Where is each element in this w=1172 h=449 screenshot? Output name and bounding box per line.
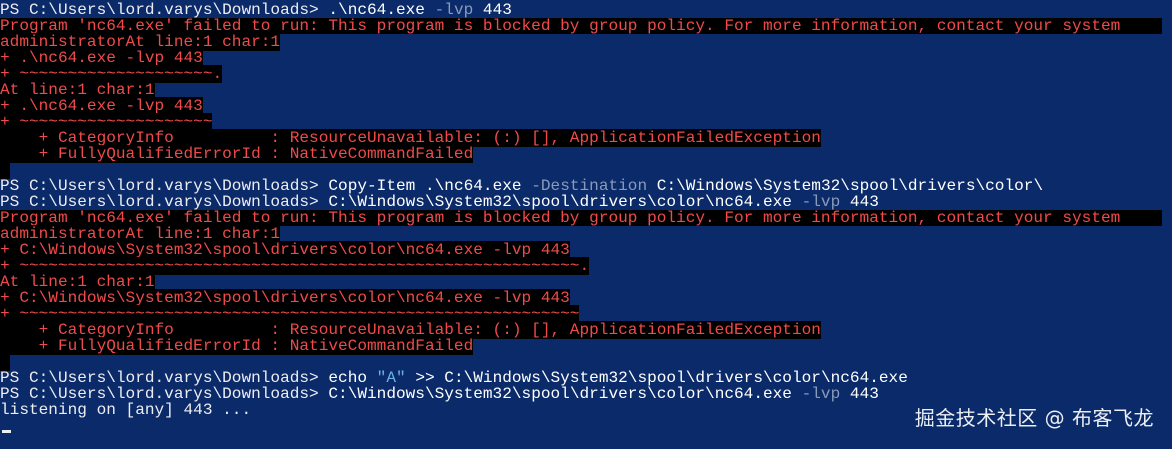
command-line: PS C:\Users\lord.varys\Downloads> Copy-I… — [0, 178, 1172, 194]
error-line: administratorAt line:1 char:1 — [0, 225, 1172, 243]
error-line: At line:1 char:1 — [0, 81, 1172, 99]
powershell-terminal[interactable]: PS C:\Users\lord.varys\Downloads> .\nc64… — [0, 0, 1172, 449]
text-cursor — [2, 430, 11, 433]
error-line — [0, 161, 1172, 179]
command-text: C:\Windows\System32\spool\drivers\color\… — [328, 385, 802, 403]
command-line: PS C:\Users\lord.varys\Downloads> echo "… — [0, 370, 1172, 386]
error-line: + FullyQualifiedErrorId : NativeCommandF… — [0, 337, 1172, 355]
error-line: administratorAt line:1 char:1 — [0, 33, 1172, 51]
command-text: listening on [any] 443 ... — [0, 401, 252, 419]
error-text: + FullyQualifiedErrorId : NativeCommandF… — [0, 337, 474, 355]
error-line: At line:1 char:1 — [0, 273, 1172, 291]
error-line: + FullyQualifiedErrorId : NativeCommandF… — [0, 145, 1172, 163]
command-text: 443 — [840, 385, 879, 403]
command-line: PS C:\Users\lord.varys\Downloads> C:\Win… — [0, 194, 1172, 210]
watermark: 掘金技术社区 @ 布客飞龙 — [914, 406, 1154, 430]
error-line: + ~~~~~~~~~~~~~~~~~~~~. — [0, 65, 1172, 83]
command-line: PS C:\Users\lord.varys\Downloads> C:\Win… — [0, 386, 1172, 402]
error-line: Program 'nc64.exe' failed to run: This p… — [0, 18, 1172, 34]
error-line: + .\nc64.exe -lvp 443 — [0, 49, 1172, 67]
error-line: + C:\Windows\System32\spool\drivers\colo… — [0, 241, 1172, 259]
error-line — [0, 353, 1172, 371]
error-text: + FullyQualifiedErrorId : NativeCommandF… — [0, 145, 474, 163]
error-line: + ~~~~~~~~~~~~~~~~~~~~~~~~~~~~~~~~~~~~~~… — [0, 257, 1172, 275]
command-text: -lvp — [801, 385, 841, 403]
error-line: + .\nc64.exe -lvp 443 — [0, 97, 1172, 115]
error-line: + CategoryInfo : ResourceUnavailable: (:… — [0, 129, 1172, 147]
error-line: + CategoryInfo : ResourceUnavailable: (:… — [0, 321, 1172, 339]
error-text: Program 'nc64.exe' failed to run: This p… — [0, 18, 1162, 34]
error-text: Program 'nc64.exe' failed to run: This p… — [0, 210, 1162, 226]
error-line: Program 'nc64.exe' failed to run: This p… — [0, 210, 1172, 226]
error-line: + ~~~~~~~~~~~~~~~~~~~~~~~~~~~~~~~~~~~~~~… — [0, 305, 1172, 323]
error-line: + C:\Windows\System32\spool\drivers\colo… — [0, 289, 1172, 307]
error-line: + ~~~~~~~~~~~~~~~~~~~~ — [0, 113, 1172, 131]
command-line: PS C:\Users\lord.varys\Downloads> .\nc64… — [0, 2, 1172, 18]
